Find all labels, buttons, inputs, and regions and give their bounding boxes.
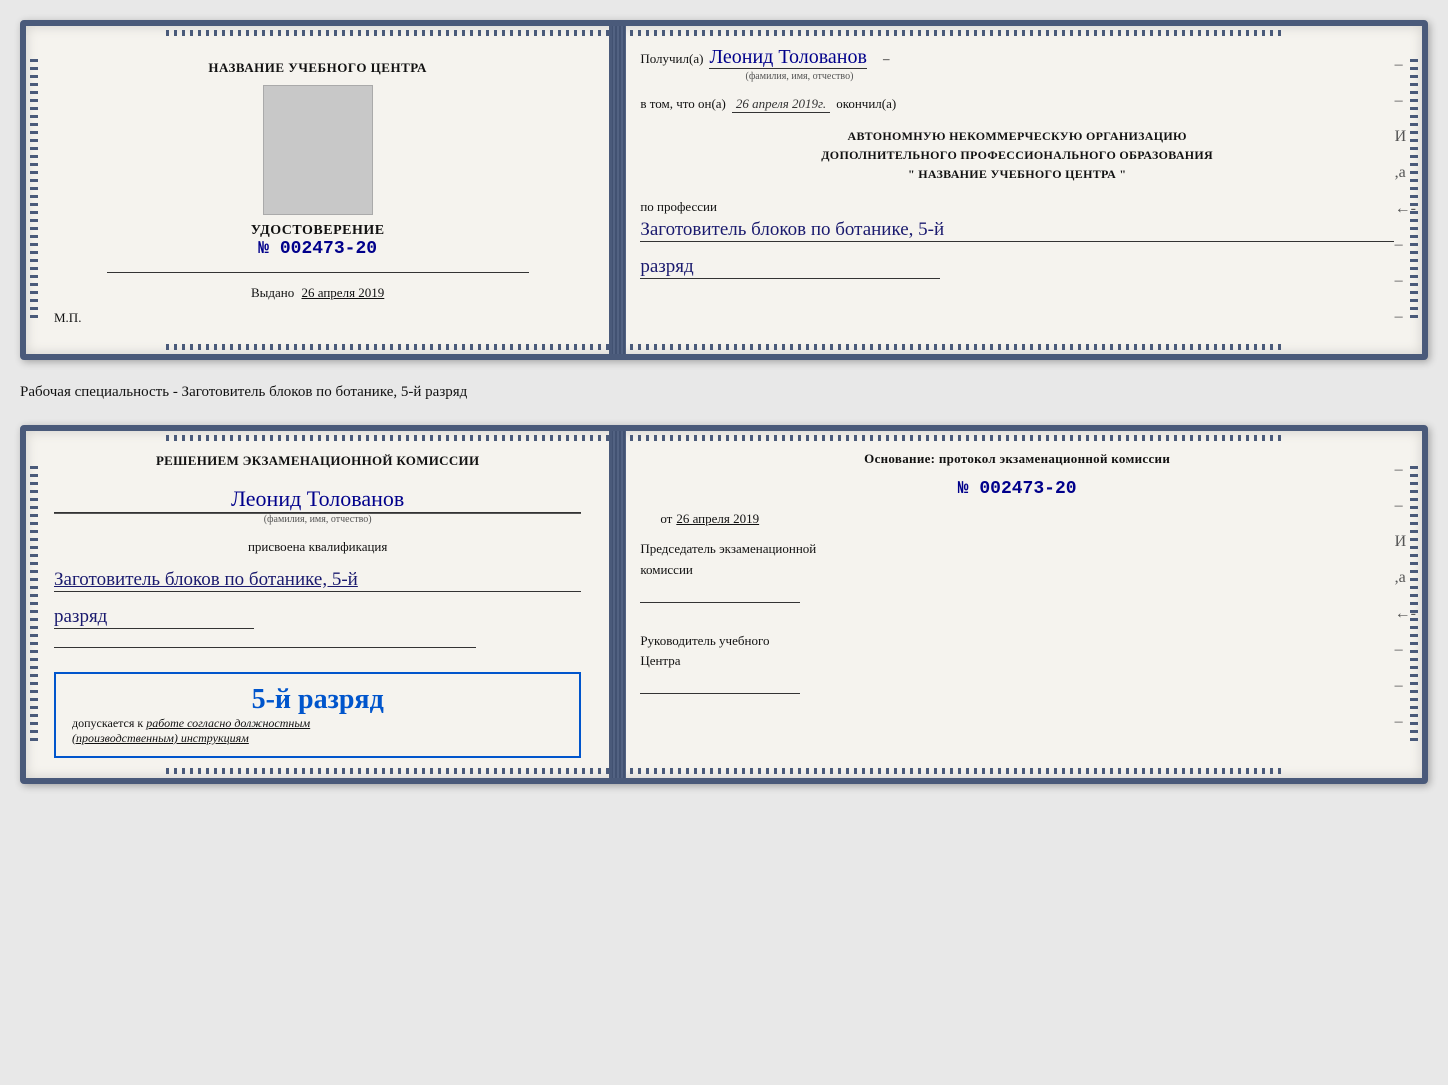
razryad-script: разряд [54,606,254,629]
dash-r7: – [1395,677,1416,695]
dash-3: И [1395,128,1416,146]
udostoverenie-title: УДОСТОВЕРЕНИЕ [251,223,385,239]
recipient-label: Получил(а) [640,51,703,67]
rukovoditel-signature [640,676,800,694]
org-line2: ДОПОЛНИТЕЛЬНОГО ПРОФЕССИОНАЛЬНОГО ОБРАЗО… [640,146,1394,165]
prisvoena-text: присвоена квалификация [54,539,581,555]
udostoverenie-number: № 002473-20 [251,239,385,259]
recipient-line: Получил(а) Леонид Толованов – (фамилия, … [640,46,1394,82]
osnovanie-label: Основание: протокол экзаменационной коми… [864,451,1170,466]
doc-spine [612,26,626,354]
razryad-block: разряд [640,256,1394,279]
side-dashes: – – И ,а ←- – – – [1395,56,1416,326]
dopusk-prefix: допускается к [72,716,143,730]
side-dashes-2: – – И ,а ←- – – – [1395,461,1416,731]
number-prefix: № [258,239,269,259]
prof-label: по профессии [640,199,717,214]
komissia-name-block: Леонид Толованов (фамилия, имя, отчество… [54,486,581,525]
vtom-line: в том, что он(а) 26 апреля 2019г. окончи… [640,96,1394,113]
prof-name: Заготовитель блоков по ботанике, 5-й [640,219,1394,242]
resheniem-label: Решением экзаменационной комиссии [54,451,581,472]
dash-8: – [1395,308,1416,326]
fio-hint-2: (фамилия, имя, отчество) [54,513,581,525]
predsedatel-line2: комиссии [640,560,1394,581]
dash-r8: – [1395,713,1416,731]
vtom-label: в том, что он(а) [640,96,726,112]
page-wrapper: НАЗВАНИЕ УЧЕБНОГО ЦЕНТРА УДОСТОВЕРЕНИЕ №… [20,20,1428,784]
dopusk-italic: работе согласно должностным [146,716,310,730]
dash-r1: – [1395,461,1416,479]
doc2-right-panel: Основание: протокол экзаменационной коми… [612,431,1422,778]
doc1-left-panel: НАЗВАНИЕ УЧЕБНОГО ЦЕНТРА УДОСТОВЕРЕНИЕ №… [26,26,612,354]
doc2-left-panel: Решением экзаменационной комиссии Леонид… [26,431,612,778]
document-card-2: Решением экзаменационной комиссии Леонид… [20,425,1428,784]
center-name-left: НАЗВАНИЕ УЧЕБНОГО ЦЕНТРА [208,60,427,76]
dopusk-italic2: (производственным) инструкциям [72,731,249,745]
prof-block: по профессии Заготовитель блоков по бота… [640,199,1394,242]
rukovoditel-line2: Центра [640,651,1394,672]
kvalif-block: Заготовитель блоков по ботанике, 5-й [54,569,581,592]
dash-r5: ←- [1395,605,1416,623]
vydano-label: Выдано [251,285,294,300]
recipient-name-block: Леонид Толованов – (фамилия, имя, отчест… [709,46,889,82]
protocol-number: № 002473-20 [640,479,1394,499]
osnovanie-block: Основание: протокол экзаменационной коми… [640,451,1394,467]
photo-placeholder [263,85,373,215]
signature-line-left [107,272,529,273]
doc1-right-panel: Получил(а) Леонид Толованов – (фамилия, … [612,26,1422,354]
stamp-razryad-text: 5-й разряд [72,684,563,716]
vtom-date: 26 апреля 2019г. [732,96,830,113]
dash-6: – [1395,236,1416,254]
ot-label: от [660,511,672,527]
dash-1: – [1395,56,1416,74]
komissia-name: Леонид Толованов [54,486,581,513]
predsedatel-signature [640,585,800,603]
vydano-date: 26 апреля 2019 [302,285,385,300]
recipient-name: Леонид Толованов [709,46,867,69]
dash-5: ←- [1395,200,1416,218]
dash-4: ,а [1395,164,1416,182]
stamp-box: 5-й разряд допускается к работе согласно… [54,672,581,758]
predsedatel-block: Председатель экзаменационной комиссии [640,539,1394,603]
document-card-1: НАЗВАНИЕ УЧЕБНОГО ЦЕНТРА УДОСТОВЕРЕНИЕ №… [20,20,1428,360]
udostoverenie-num-value: 002473-20 [280,239,377,259]
doc-spine-2 [612,431,626,778]
dopuskaetsya-block: допускается к работе согласно должностны… [72,716,563,746]
dash-r6: – [1395,641,1416,659]
vydano-block: Выдано 26 апреля 2019 [251,285,384,301]
protocol-num-value: 002473-20 [979,479,1076,499]
org-name-suffix: " [1119,167,1126,181]
org-name: НАЗВАНИЕ УЧЕБНОГО ЦЕНТРА [918,167,1116,181]
razryad-block-2: разряд [54,606,581,629]
specialty-label: Рабочая специальность - Заготовитель бло… [20,378,1428,407]
org-name-prefix: " [908,167,915,181]
predsedatel-line1: Председатель экзаменационной [640,539,1394,560]
rukovoditel-line1: Руководитель учебного [640,631,1394,652]
fio-hint-1: (фамилия, имя, отчество) [709,71,889,82]
dash-7: – [1395,272,1416,290]
mp-label: М.П. [54,310,81,326]
dash-after-name: – [883,51,890,66]
ot-date-line: от 26 апреля 2019 [640,511,1394,527]
rukovoditel-block: Руководитель учебного Центра [640,631,1394,695]
razryad-value: разряд [640,256,940,279]
dash-r2: – [1395,497,1416,515]
line-separator [54,647,476,648]
dash-2: – [1395,92,1416,110]
org-block: АВТОНОМНУЮ НЕКОММЕРЧЕСКУЮ ОРГАНИЗАЦИЮ ДО… [640,127,1394,185]
protocol-prefix: № [958,479,969,499]
org-line1: АВТОНОМНУЮ НЕКОММЕРЧЕСКУЮ ОРГАНИЗАЦИЮ [640,127,1394,146]
resheniem-block: Решением экзаменационной комиссии [54,451,581,472]
protocol-number-block: № 002473-20 [640,479,1394,499]
okonchil: окончил(а) [836,96,896,112]
dash-r3: И [1395,533,1416,551]
ot-date: 26 апреля 2019 [676,511,759,527]
org-name-line: " НАЗВАНИЕ УЧЕБНОГО ЦЕНТРА " [640,165,1394,184]
udostoverenie-block: УДОСТОВЕРЕНИЕ № 002473-20 [251,223,385,259]
dash-r4: ,а [1395,569,1416,587]
kvalif-name: Заготовитель блоков по ботанике, 5-й [54,569,581,592]
